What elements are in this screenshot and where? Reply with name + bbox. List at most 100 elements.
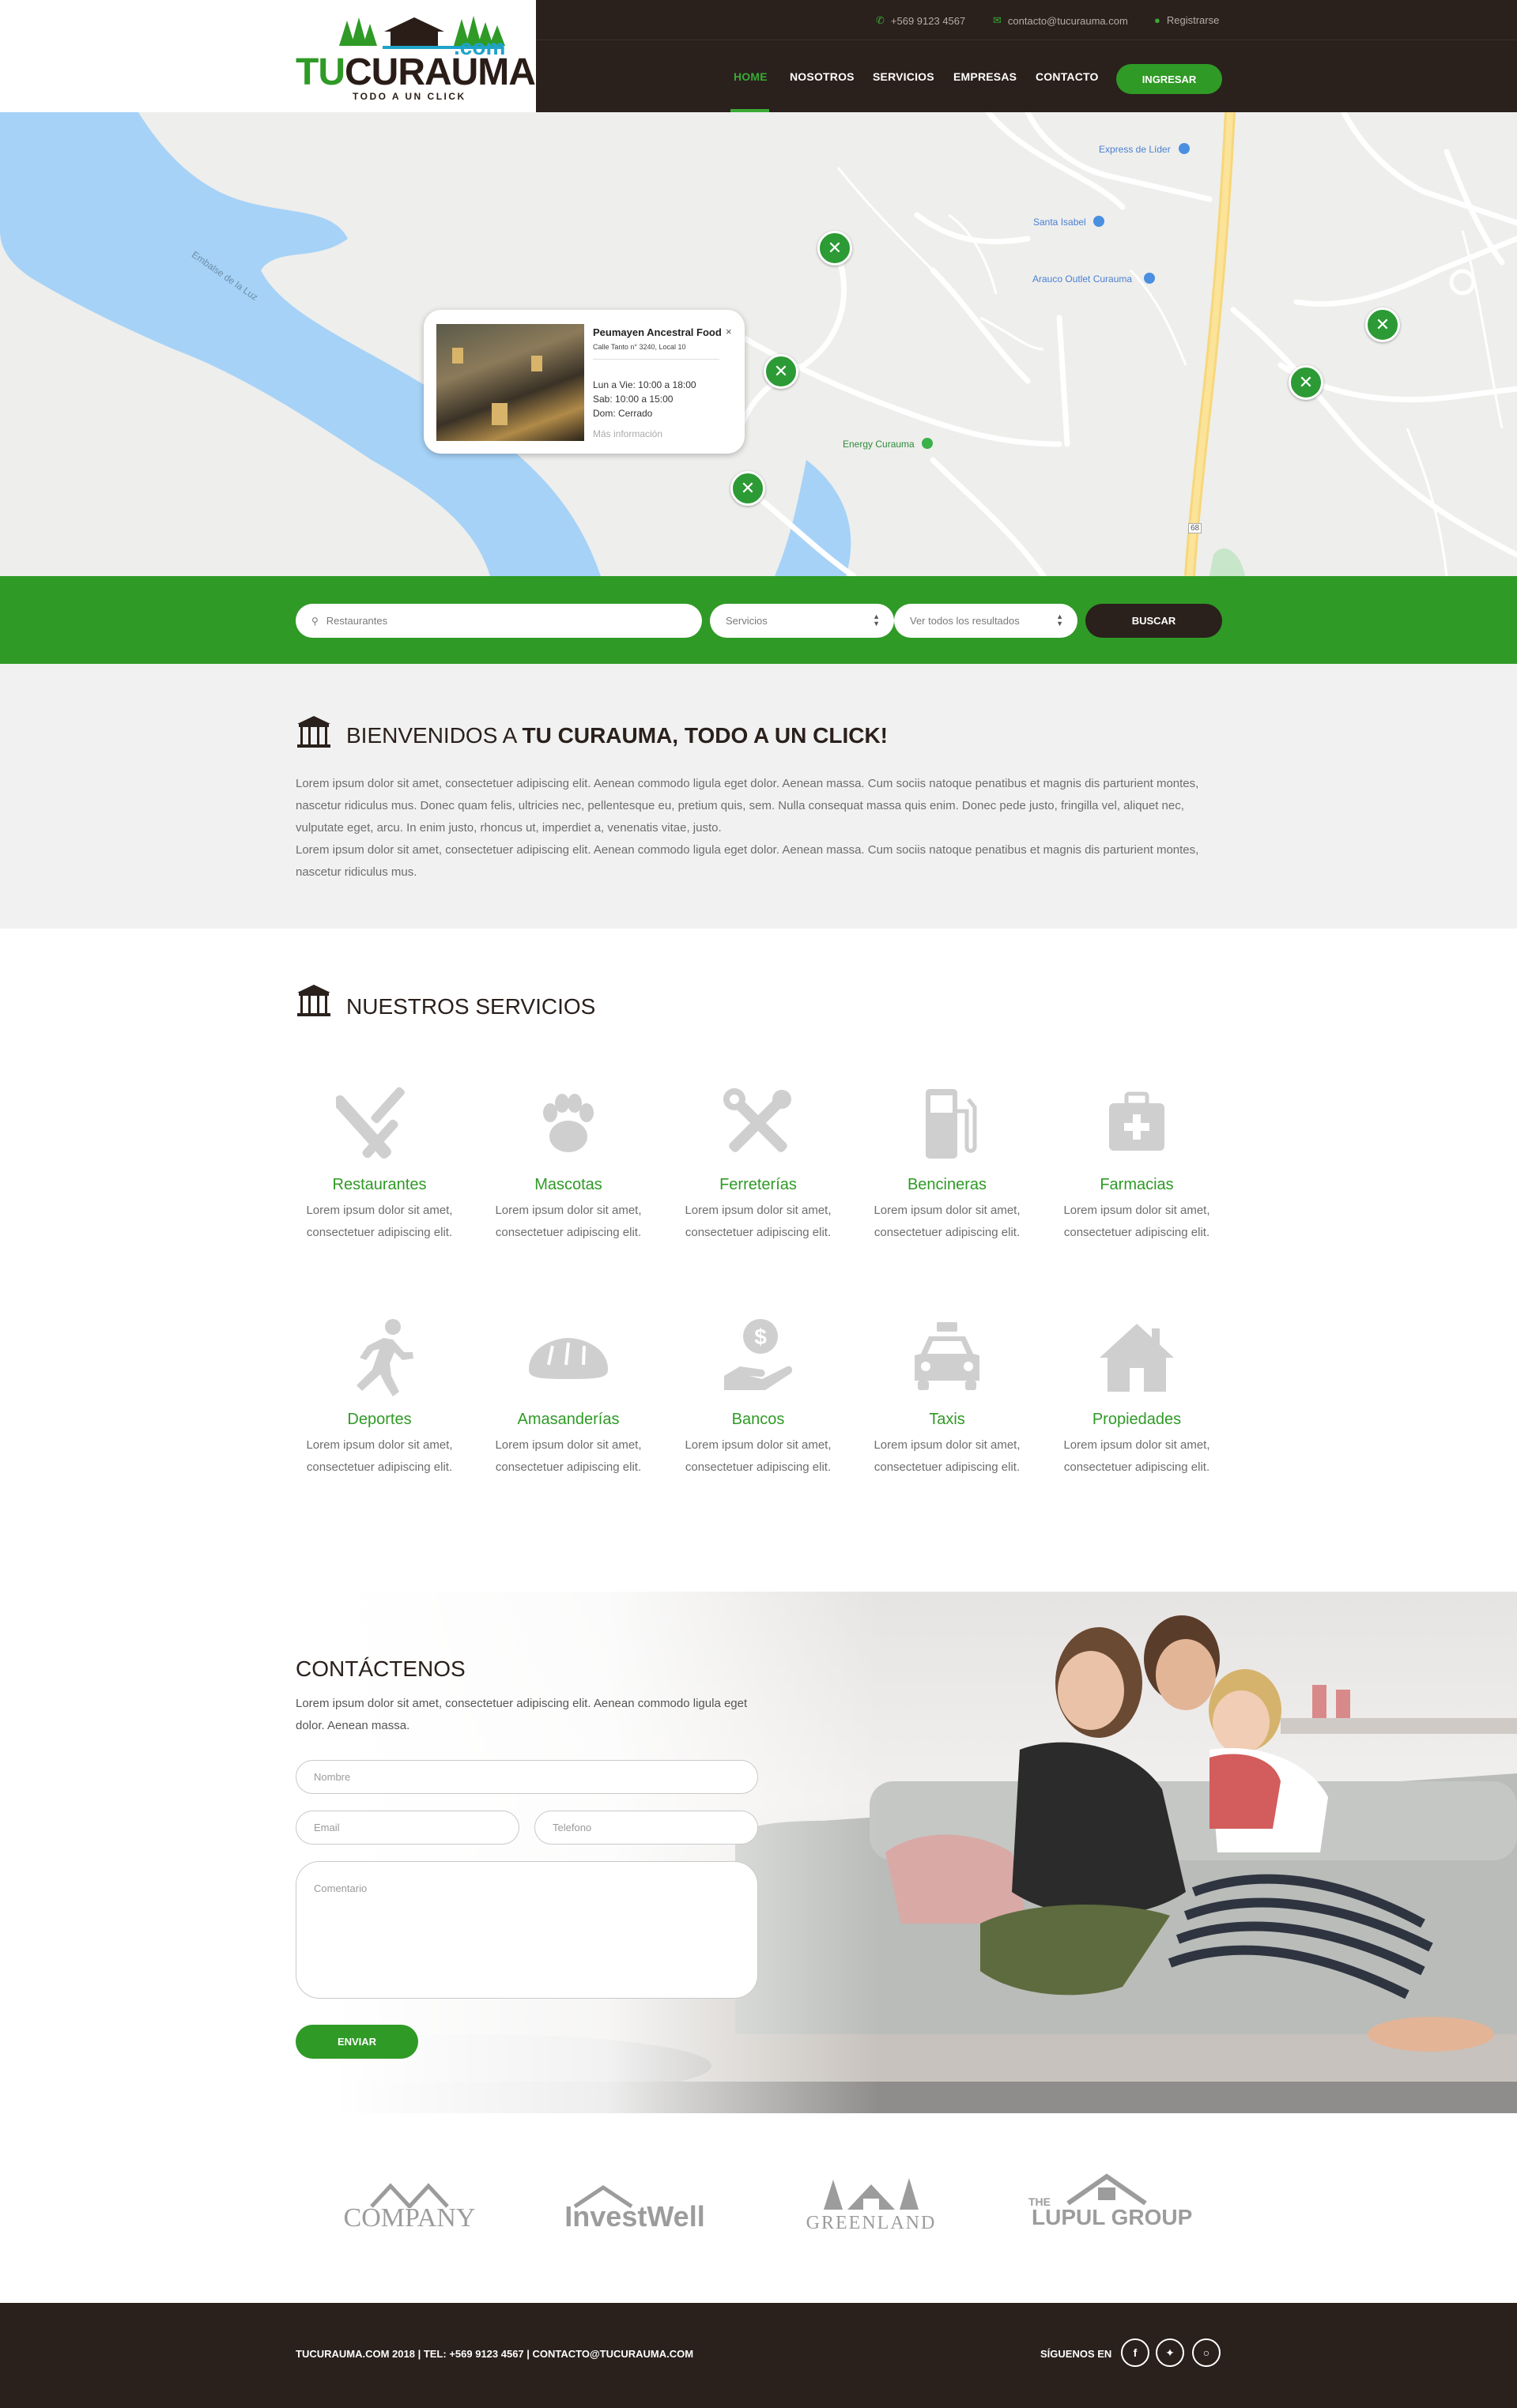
twitter-icon[interactable]: ✦ xyxy=(1156,2338,1184,2367)
service-name: Propiedades xyxy=(1092,1411,1182,1428)
service-description: Lorem ipsum dolor sit amet, consectetuer… xyxy=(306,1438,453,1474)
welcome-section: BIENVENIDOS A TU CURAUMA, TODO A UN CLIC… xyxy=(0,664,1517,929)
gazebo-icon xyxy=(297,716,330,748)
hand-dollar-icon: $ xyxy=(724,1319,793,1390)
nav-contacto[interactable]: CONTACTO xyxy=(1036,70,1099,83)
service-restaurantes[interactable]: Restaurantes Lorem ipsum dolor sit amet,… xyxy=(292,1080,466,1239)
infowindow-divider xyxy=(593,359,719,360)
comment-field-placeholder: Comentario xyxy=(314,1882,368,1894)
map-pin-restaurant[interactable]: ✕ xyxy=(764,354,798,389)
service-taxis[interactable]: Taxis Lorem ipsum dolor sit amet, consec… xyxy=(860,1314,1034,1474)
contact-title: CONTÁCTENOS xyxy=(296,1656,466,1681)
utensils-icon: ✕ xyxy=(827,238,843,258)
brand-logo-lupul[interactable]: THE LUPUL GROUP xyxy=(1028,2173,1193,2237)
search-input[interactable]: ⚲ Restaurantes xyxy=(296,604,702,638)
footer-text: TUCURAUMA.COM 2018 | TEL: +569 9123 4567… xyxy=(296,2348,694,2360)
map-route-shield: 68 xyxy=(1188,523,1202,533)
map-pin-restaurant[interactable]: ✕ xyxy=(730,471,765,506)
service-name: Ferreterías xyxy=(719,1176,797,1193)
service-description: Lorem ipsum dolor sit amet, consectetuer… xyxy=(874,1438,1021,1474)
site-logo[interactable]: .com TUCURAUMA TODO A UN CLICK xyxy=(296,14,536,103)
map-label-energy: Energy Curauma xyxy=(843,439,915,450)
service-mascotas[interactable]: Mascotas Lorem ipsum dolor sit amet, con… xyxy=(481,1080,655,1239)
service-deportes[interactable]: Deportes Lorem ipsum dolor sit amet, con… xyxy=(292,1314,466,1474)
phone-field[interactable]: Telefono xyxy=(534,1811,758,1845)
service-amasanderias[interactable]: Amasanderías Lorem ipsum dolor sit amet,… xyxy=(481,1314,655,1474)
contact-text: Lorem ipsum dolor sit amet, consectetuer… xyxy=(296,1697,748,1732)
service-description: Lorem ipsum dolor sit amet, consectetuer… xyxy=(685,1438,832,1474)
brand-logo-company[interactable]: COMPANY xyxy=(338,2173,481,2237)
facebook-icon[interactable]: f xyxy=(1121,2338,1149,2367)
login-button[interactable]: INGRESAR xyxy=(1116,64,1222,94)
brand-name: LUPUL GROUP xyxy=(1032,2205,1193,2229)
gazebo-icon xyxy=(297,985,330,1016)
service-description: Lorem ipsum dolor sit amet, consectetuer… xyxy=(685,1204,832,1239)
category-select[interactable]: Servicios ▲ ▼ xyxy=(710,604,894,638)
topbar-register-text: Registrarse xyxy=(1166,14,1220,26)
place-photo xyxy=(436,324,584,441)
infowindow-address: Calle Tanto n° 3240, Local 10 xyxy=(593,343,686,351)
house-icon xyxy=(1066,2173,1147,2205)
infowindow-more-link[interactable]: Más información xyxy=(593,428,662,439)
service-farmacias[interactable]: Farmacias Lorem ipsum dolor sit amet, co… xyxy=(1050,1080,1224,1239)
brand-logo-greenland[interactable]: GREENLAND xyxy=(800,2173,942,2237)
search-button[interactable]: BUSCAR xyxy=(1085,604,1222,638)
comment-field[interactable]: Comentario xyxy=(296,1861,758,1999)
email-field[interactable]: Email xyxy=(296,1811,519,1845)
welcome-paragraph-1: Lorem ipsum dolor sit amet, consectetuer… xyxy=(296,777,1199,835)
infowindow-hours-saturday: Sab: 10:00 a 15:00 xyxy=(593,394,674,405)
topbar-register[interactable]: ● Registrarse xyxy=(1154,14,1219,26)
category-select-value: Servicios xyxy=(726,615,768,627)
contact-fade-overlay xyxy=(0,1592,1517,2113)
service-name: Bencineras xyxy=(907,1176,987,1193)
service-name: Bancos xyxy=(731,1411,785,1428)
service-bancos[interactable]: $ Bancos Lorem ipsum dolor sit amet, con… xyxy=(671,1314,845,1474)
map-pin-restaurant[interactable]: ✕ xyxy=(817,231,852,266)
phone-icon: ✆ xyxy=(876,14,885,26)
utensils-icon: ✕ xyxy=(1375,315,1391,334)
site-footer: TUCURAUMA.COM 2018 | TEL: +569 9123 4567… xyxy=(0,2303,1517,2408)
service-ferreterias[interactable]: Ferreterías Lorem ipsum dolor sit amet, … xyxy=(671,1080,845,1239)
instagram-icon[interactable]: ○ xyxy=(1192,2338,1221,2367)
nav-empresas[interactable]: EMPRESAS xyxy=(953,70,1017,83)
topbar-phone-text: +569 9123 4567 xyxy=(890,14,966,27)
topbar-phone[interactable]: ✆ +569 9123 4567 xyxy=(876,14,965,27)
service-name: Taxis xyxy=(929,1411,965,1428)
envelope-icon: ✉ xyxy=(993,14,1002,26)
brand-name: GREENLAND xyxy=(806,2213,937,2233)
results-select[interactable]: Ver todos los resultados ▲ ▼ xyxy=(894,604,1077,638)
select-arrows-icon: ▲ ▼ xyxy=(1056,612,1063,627)
site-header: .com TUCURAUMA TODO A UN CLICK ✆ +569 91… xyxy=(0,0,1517,112)
search-bar: ⚲ Restaurantes Servicios ▲ ▼ Ver todos lo… xyxy=(0,576,1517,664)
map-infowindow: Peumayen Ancestral Food Calle Tanto n° 3… xyxy=(424,310,745,454)
map-pin-restaurant[interactable]: ✕ xyxy=(1289,365,1323,400)
name-field[interactable]: Nombre xyxy=(296,1760,758,1794)
footer-follow-label: SÍGUENOS EN xyxy=(1040,2348,1112,2360)
nav-home[interactable]: HOME xyxy=(734,70,768,83)
topbar-email[interactable]: ✉ contacto@tucurauma.com xyxy=(993,14,1128,27)
service-propiedades[interactable]: Propiedades Lorem ipsum dolor sit amet, … xyxy=(1050,1314,1224,1474)
results-select-value: Ver todos los resultados xyxy=(910,615,1020,627)
service-description: Lorem ipsum dolor sit amet, consectetuer… xyxy=(874,1204,1021,1239)
logo-wordmark: TUCURAUMA xyxy=(296,51,536,93)
taxi-icon xyxy=(915,1322,979,1390)
map[interactable]: Express de Líder Santa Isabel Arauco Out… xyxy=(0,112,1517,576)
send-button[interactable]: ENVIAR xyxy=(296,2025,418,2059)
close-icon[interactable]: × xyxy=(726,326,732,337)
paw-icon xyxy=(543,1094,594,1152)
map-pin-restaurant[interactable]: ✕ xyxy=(1365,307,1400,342)
service-description: Lorem ipsum dolor sit amet, consectetuer… xyxy=(1063,1204,1210,1239)
service-bencineras[interactable]: Bencineras Lorem ipsum dolor sit amet, c… xyxy=(860,1080,1034,1239)
nav-servicios[interactable]: SERVICIOS xyxy=(873,70,934,83)
brand-logo-investwell[interactable]: InvestWell xyxy=(564,2173,706,2237)
map-label-lider: Express de Líder xyxy=(1099,144,1171,155)
email-field-placeholder: Email xyxy=(314,1822,340,1833)
service-name: Deportes xyxy=(347,1411,412,1428)
svg-text:$: $ xyxy=(754,1325,767,1349)
welcome-title: BIENVENIDOS A TU CURAUMA, TODO A UN CLIC… xyxy=(346,723,889,748)
utensils-icon: ✕ xyxy=(773,361,789,381)
service-description: Lorem ipsum dolor sit amet, consectetuer… xyxy=(495,1204,642,1239)
nav-nosotros[interactable]: NOSOTROS xyxy=(790,70,855,83)
bread-icon xyxy=(529,1338,608,1379)
search-icon: ⚲ xyxy=(311,615,319,627)
